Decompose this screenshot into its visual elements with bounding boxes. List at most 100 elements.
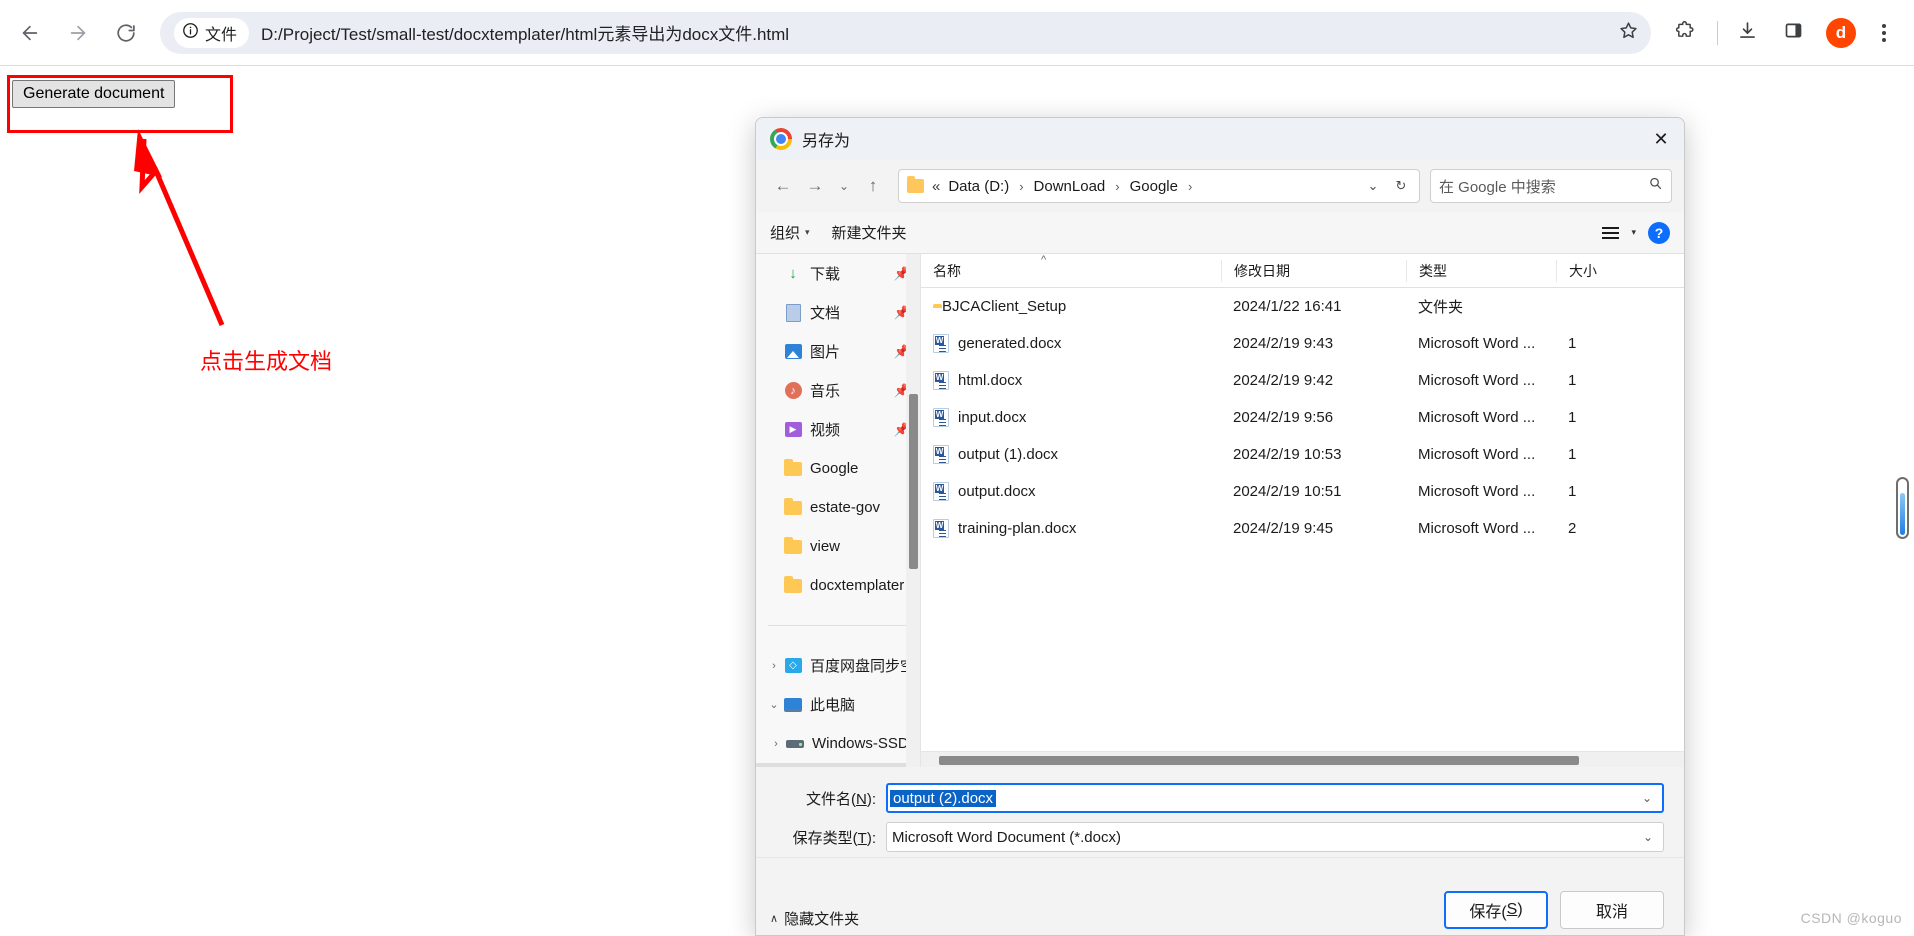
url-text[interactable]: D:/Project/Test/small-test/docxtemplater… bbox=[261, 20, 789, 45]
horizontal-scrollbar-thumb[interactable] bbox=[939, 756, 1579, 765]
three-dot-menu-icon[interactable] bbox=[1864, 13, 1904, 53]
sidebar-item-windows-ssd[interactable]: › Windows-SSD bbox=[756, 724, 920, 763]
sidebar-item-label: 视频 bbox=[810, 419, 840, 440]
dialog-back-button[interactable]: ← bbox=[768, 171, 798, 201]
puzzle-piece-icon bbox=[1674, 20, 1695, 46]
table-row[interactable]: output (1).docx 2024/2/19 10:53 Microsof… bbox=[921, 436, 1684, 473]
download-icon: ↓ bbox=[782, 265, 804, 282]
extensions-button[interactable] bbox=[1663, 12, 1705, 54]
sidebar-item-label: docxtemplater bbox=[810, 577, 904, 594]
savetype-select[interactable]: Microsoft Word Document (*.docx) ⌄ bbox=[886, 822, 1664, 852]
dialog-address-bar[interactable]: « Data (D:) › DownLoad › Google › ⌄ ↻ bbox=[898, 169, 1420, 203]
sidebar-item-videos[interactable]: ▶ 视频 📌 bbox=[756, 410, 920, 449]
filename-value[interactable]: output (2).docx bbox=[890, 790, 996, 807]
save-button[interactable]: 保存(S) bbox=[1444, 891, 1548, 929]
file-size-cell: 1 bbox=[1556, 483, 1626, 500]
profile-avatar[interactable]: d bbox=[1826, 18, 1856, 48]
column-header-name[interactable]: 名称 ^ bbox=[921, 260, 1221, 282]
close-icon[interactable]: ✕ bbox=[1638, 118, 1684, 160]
cancel-button[interactable]: 取消 bbox=[1560, 891, 1664, 929]
sidebar-item-data-d[interactable]: › Data (D:) bbox=[756, 763, 920, 767]
sidebar-item-pictures[interactable]: 图片 📌 bbox=[756, 332, 920, 371]
table-row[interactable]: input.docx 2024/2/19 9:56 Microsoft Word… bbox=[921, 399, 1684, 436]
table-row[interactable]: generated.docx 2024/2/19 9:43 Microsoft … bbox=[921, 325, 1684, 362]
word-doc-icon bbox=[933, 334, 949, 353]
chevron-down-icon: ▾ bbox=[805, 227, 810, 238]
chevron-right-icon[interactable]: › bbox=[768, 738, 784, 750]
address-bar[interactable]: 文件 D:/Project/Test/small-test/docxtempla… bbox=[160, 12, 1651, 54]
sidebar-item-this-pc[interactable]: ⌄ 此电脑 bbox=[756, 685, 920, 724]
file-list-horizontal-scrollbar[interactable] bbox=[921, 751, 1684, 767]
bookmark-button[interactable] bbox=[1609, 14, 1647, 52]
file-date-cell: 2024/1/22 16:41 bbox=[1221, 298, 1406, 315]
dialog-body: ↓ 下载 📌 文档 📌 图片 📌 ♪ 音乐 📌 bbox=[756, 254, 1684, 767]
sidebar-item-docxtemplater[interactable]: docxtemplater bbox=[756, 566, 920, 605]
breadcrumb-item-download[interactable]: DownLoad bbox=[1031, 176, 1109, 197]
sidebar-item-google[interactable]: Google bbox=[756, 449, 920, 488]
breadcrumb-prefix: « bbox=[932, 178, 940, 195]
sidebar-item-downloads[interactable]: ↓ 下载 📌 bbox=[756, 254, 920, 293]
dialog-search-box[interactable]: 在 Google 中搜索 bbox=[1430, 169, 1672, 203]
savetype-row: 保存类型(T): Microsoft Word Document (*.docx… bbox=[776, 822, 1664, 852]
breadcrumb-dropdown-icon[interactable]: ⌄ bbox=[1361, 173, 1385, 199]
column-header-date[interactable]: 修改日期 bbox=[1221, 260, 1406, 282]
sidebar-scrollbar-thumb[interactable] bbox=[909, 394, 918, 569]
word-doc-icon bbox=[933, 482, 949, 501]
organize-button[interactable]: 组织 ▾ bbox=[770, 222, 810, 243]
back-button[interactable] bbox=[10, 13, 50, 53]
file-type-cell: Microsoft Word ... bbox=[1406, 446, 1556, 463]
chevron-right-icon[interactable]: › bbox=[766, 660, 782, 672]
sidebar-item-label: 下载 bbox=[810, 263, 840, 284]
reload-button[interactable] bbox=[106, 13, 146, 53]
table-row[interactable]: BJCAClient_Setup 2024/1/22 16:41 文件夹 bbox=[921, 288, 1684, 325]
downloads-button[interactable] bbox=[1726, 12, 1768, 54]
side-panel-button[interactable] bbox=[1772, 12, 1814, 54]
word-doc-icon bbox=[933, 519, 949, 538]
sidebar-item-music[interactable]: ♪ 音乐 📌 bbox=[756, 371, 920, 410]
watermark: CSDN @koguo bbox=[1801, 910, 1902, 926]
view-list-icon[interactable] bbox=[1602, 227, 1619, 239]
file-name-cell: generated.docx bbox=[921, 334, 1221, 353]
sidebar-item-documents[interactable]: 文档 📌 bbox=[756, 293, 920, 332]
column-header-size[interactable]: 大小 bbox=[1556, 260, 1626, 282]
table-row[interactable]: output.docx 2024/2/19 10:51 Microsoft Wo… bbox=[921, 473, 1684, 510]
sidebar-item-estate-gov[interactable]: estate-gov bbox=[756, 488, 920, 527]
forward-button[interactable] bbox=[58, 13, 98, 53]
breadcrumb-item-data-d[interactable]: Data (D:) bbox=[945, 176, 1012, 197]
sidebar-item-baidu-netdisk[interactable]: › ◇ 百度网盘同步空间 bbox=[756, 646, 920, 685]
table-row[interactable]: training-plan.docx 2024/2/19 9:45 Micros… bbox=[921, 510, 1684, 547]
savetype-label: 保存类型(T): bbox=[776, 827, 886, 848]
music-icon: ♪ bbox=[782, 382, 804, 399]
chevron-down-icon[interactable]: ⌄ bbox=[1637, 830, 1659, 844]
folder-icon bbox=[782, 540, 804, 554]
generate-document-button[interactable]: Generate document bbox=[12, 80, 175, 108]
sidebar-scrollbar[interactable] bbox=[906, 254, 920, 767]
page-scrollbar-thumb[interactable] bbox=[1900, 493, 1905, 535]
savetype-value: Microsoft Word Document (*.docx) bbox=[889, 829, 1124, 846]
filename-input[interactable]: output (2).docx ⌄ bbox=[886, 783, 1664, 813]
sidebar-item-label: 百度网盘同步空间 bbox=[810, 655, 920, 676]
dialog-forward-button[interactable]: → bbox=[800, 171, 830, 201]
file-name-cell: input.docx bbox=[921, 408, 1221, 427]
refresh-icon[interactable]: ↻ bbox=[1389, 173, 1413, 199]
page-scrollbar[interactable] bbox=[1896, 477, 1909, 539]
new-folder-button[interactable]: 新建文件夹 bbox=[832, 222, 907, 243]
sidebar-item-view[interactable]: view bbox=[756, 527, 920, 566]
column-header-type[interactable]: 类型 bbox=[1406, 260, 1556, 282]
file-size-cell: 1 bbox=[1556, 372, 1626, 389]
dialog-recent-locations-button[interactable]: ⌄ bbox=[832, 171, 856, 201]
file-date-cell: 2024/2/19 9:42 bbox=[1221, 372, 1406, 389]
table-row[interactable]: html.docx 2024/2/19 9:42 Microsoft Word … bbox=[921, 362, 1684, 399]
dialog-up-button[interactable]: ↑ bbox=[858, 171, 888, 201]
dialog-titlebar[interactable]: 另存为 ✕ bbox=[756, 118, 1684, 160]
pictures-icon bbox=[782, 344, 804, 359]
view-chevron-down-icon[interactable]: ▾ bbox=[1631, 227, 1636, 238]
help-icon[interactable]: ? bbox=[1648, 222, 1670, 244]
site-info-chip[interactable]: 文件 bbox=[174, 18, 249, 48]
chevron-down-icon[interactable]: ⌄ bbox=[766, 698, 782, 711]
save-label-key: S bbox=[1507, 901, 1518, 919]
dialog-navbar: ← → ⌄ ↑ « Data (D:) › DownLoad › Google … bbox=[756, 160, 1684, 212]
breadcrumb-item-google[interactable]: Google bbox=[1127, 176, 1181, 197]
hide-folders-toggle[interactable]: ∧ 隐藏文件夹 bbox=[770, 908, 859, 929]
chevron-down-icon[interactable]: ⌄ bbox=[1636, 791, 1658, 805]
